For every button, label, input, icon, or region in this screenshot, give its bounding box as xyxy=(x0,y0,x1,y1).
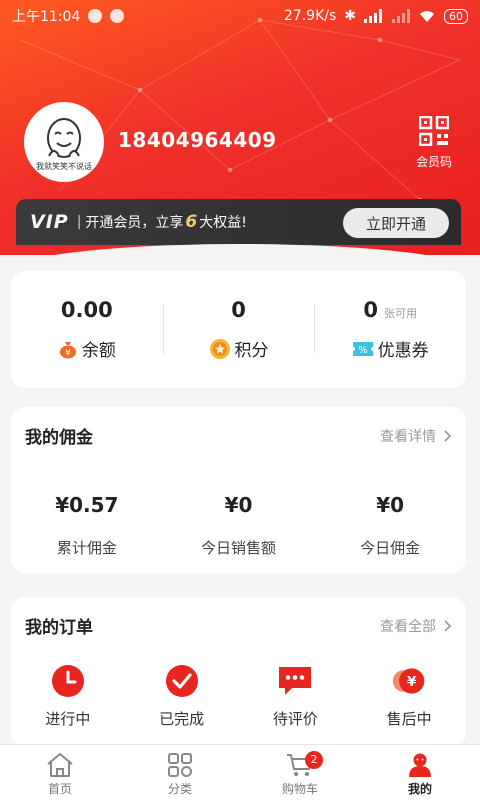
commission-total-label: 累计佣金 xyxy=(56,539,117,557)
orders-view-all-link[interactable]: 查看全部 xyxy=(380,616,452,636)
wifi-icon xyxy=(420,11,434,22)
tab-cart-label: 购物车 xyxy=(281,782,318,796)
orders-view-all-label: 查看全部 xyxy=(380,618,436,635)
vip-text-suffix: 大权益! xyxy=(199,215,247,231)
order-after-sales-label: 售后中 xyxy=(386,710,432,728)
chevron-right-icon xyxy=(444,429,452,442)
vip-text: 开通会员，立享 xyxy=(85,215,184,231)
order-to-review[interactable]: 待评价 xyxy=(239,663,353,729)
coupon-icon: % xyxy=(352,341,373,356)
balance-label: 余额 xyxy=(81,341,116,361)
commission-today-sales[interactable]: ¥0 今日销售额 xyxy=(163,493,315,558)
orders-title: 我的订单 xyxy=(25,618,93,638)
balance-value: 0.00 xyxy=(60,298,113,322)
home-icon xyxy=(47,753,73,777)
commission-title: 我的佣金 xyxy=(25,428,93,448)
chevron-right-icon xyxy=(444,619,452,632)
order-in-progress[interactable]: 进行中 xyxy=(11,663,125,729)
coupon-label: 优惠券 xyxy=(377,341,429,361)
notification-app-icon xyxy=(110,9,125,23)
points-value: 0 xyxy=(231,298,246,322)
vip-benefit-count: 6 xyxy=(185,212,198,232)
order-after-sales[interactable]: ¥ 售后中 xyxy=(352,663,466,729)
member-code-button[interactable]: 会员码 xyxy=(412,115,456,170)
user-phone: 18404964409 xyxy=(118,128,277,152)
qr-code-icon xyxy=(418,115,450,147)
tab-mine[interactable]: 我的 xyxy=(360,745,480,800)
commission-total[interactable]: ¥0.57 累计佣金 xyxy=(11,493,163,558)
category-icon xyxy=(168,753,192,777)
vip-separator: | xyxy=(76,214,82,230)
profile-header: 上午11:04 27.9K/s ✱ 60 我就笑笑不说话 18404964409… xyxy=(0,0,480,255)
status-bar: 上午11:04 27.9K/s ✱ 60 xyxy=(0,0,480,32)
order-completed[interactable]: 已完成 xyxy=(125,663,239,729)
asset-balance[interactable]: 0.00 ¥ 余额 xyxy=(11,298,163,361)
avatar[interactable]: 我就笑笑不说话 xyxy=(24,102,104,182)
coupon-value: 0 xyxy=(363,298,378,322)
coupon-unit: 张可用 xyxy=(383,307,417,320)
orders-card: 我的订单 查看全部 进行中 已完成 待评价 ¥ 售后中 xyxy=(11,597,466,747)
refund-icon: ¥ xyxy=(392,668,425,694)
network-speed: 27.9K/s xyxy=(283,8,337,24)
open-vip-button[interactable]: 立即开通 xyxy=(343,208,449,238)
order-in-progress-label: 进行中 xyxy=(45,710,91,728)
money-bag-icon: ¥ xyxy=(59,341,76,358)
cart-badge: 2 xyxy=(305,751,323,769)
battery-indicator: 60 xyxy=(444,8,468,24)
asset-coupons[interactable]: 0 张可用 % 优惠券 xyxy=(314,298,466,361)
status-time: 上午11:04 xyxy=(12,9,81,25)
order-to-review-label: 待评价 xyxy=(272,710,318,728)
today-commission-label: 今日佣金 xyxy=(360,539,421,557)
comment-icon xyxy=(279,667,312,695)
commission-today[interactable]: ¥0 今日佣金 xyxy=(314,493,466,558)
user-icon xyxy=(409,753,431,777)
tab-cart[interactable]: 购物车 xyxy=(240,745,360,800)
today-sales-label: 今日销售额 xyxy=(201,539,277,557)
svg-text:¥: ¥ xyxy=(65,348,71,358)
points-label: 积分 xyxy=(234,341,269,361)
asset-points[interactable]: 0 积分 xyxy=(162,298,315,361)
assets-card: 0.00 ¥ 余额 0 积分 0 张可用 % 优惠券 xyxy=(11,271,466,388)
check-icon xyxy=(165,665,198,697)
vip-logo: VIP xyxy=(30,211,69,233)
svg-text:%: % xyxy=(358,345,368,356)
signal-icon xyxy=(364,9,382,23)
tab-category-label: 分类 xyxy=(167,782,192,796)
bluetooth-icon: ✱ xyxy=(344,8,356,24)
tab-mine-label: 我的 xyxy=(407,782,432,796)
points-icon xyxy=(209,338,230,359)
clock-icon xyxy=(51,665,84,697)
commission-card: 我的佣金 查看详情 ¥0.57 累计佣金 ¥0 今日销售额 ¥0 今日佣金 xyxy=(11,407,466,573)
tab-home[interactable]: 首页 xyxy=(0,745,120,800)
svg-text:¥: ¥ xyxy=(407,674,417,690)
notification-app-icon xyxy=(88,9,103,23)
tab-home-label: 首页 xyxy=(47,782,72,796)
member-code-label: 会员码 xyxy=(415,155,452,169)
today-sales-value: ¥0 xyxy=(224,493,253,517)
avatar-caption: 我就笑笑不说话 xyxy=(36,162,92,171)
commission-details-link[interactable]: 查看详情 xyxy=(380,426,452,446)
bottom-tab-bar: 首页 分类 购物车 我的 2 xyxy=(0,744,480,800)
commission-total-value: ¥0.57 xyxy=(55,493,119,517)
order-completed-label: 已完成 xyxy=(159,710,205,728)
today-commission-value: ¥0 xyxy=(376,493,405,517)
commission-details-label: 查看详情 xyxy=(380,428,436,445)
signal-icon xyxy=(392,9,410,23)
tab-category[interactable]: 分类 xyxy=(120,745,240,800)
vip-banner[interactable]: VIP | 开通会员，立享 6 大权益! 立即开通 xyxy=(16,199,461,245)
